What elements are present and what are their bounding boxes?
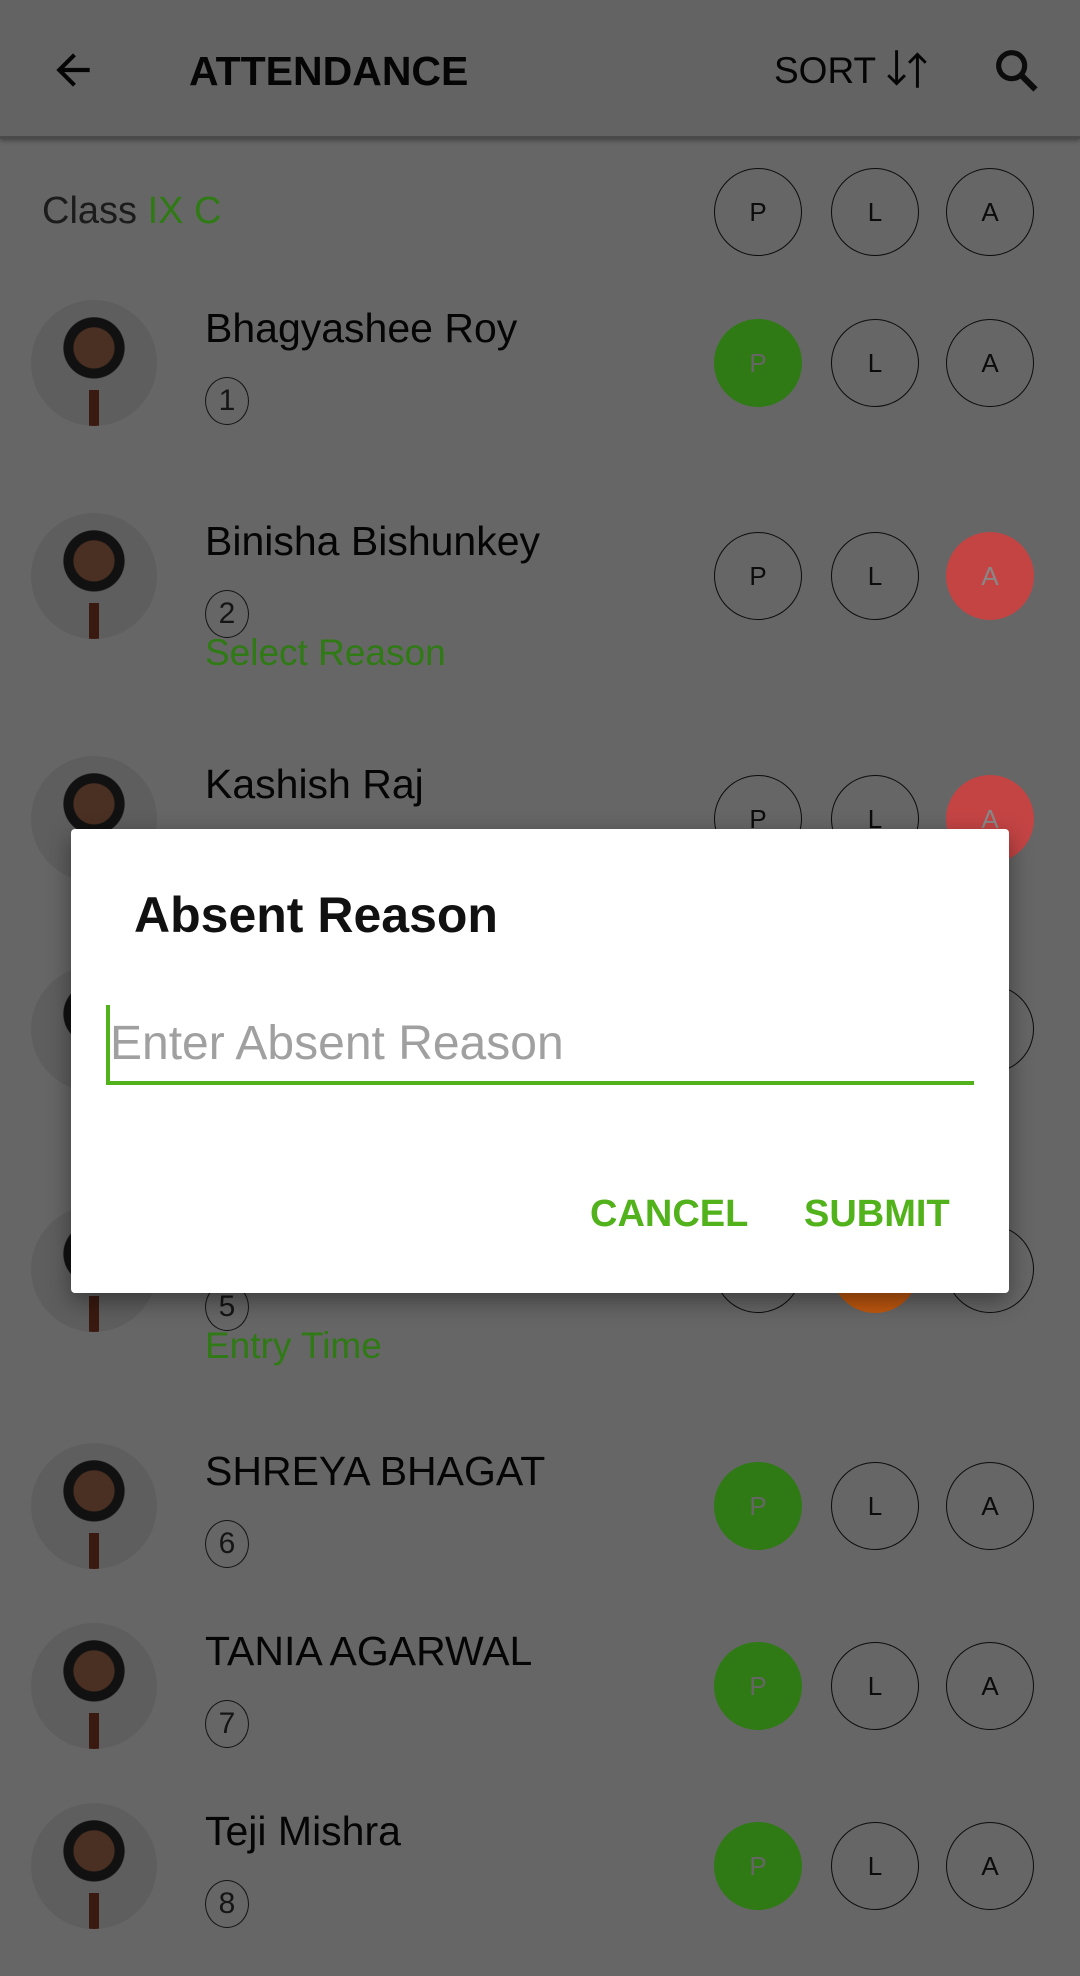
status-late-button[interactable]: L (831, 532, 919, 620)
class-value: IX C (147, 190, 222, 232)
roll-number: 8 (205, 1880, 249, 1928)
mark-all-absent[interactable]: A (946, 168, 1034, 256)
class-label: Class IX C (42, 190, 222, 233)
status-present-button[interactable]: P (714, 1642, 802, 1730)
mark-all-present[interactable]: P (714, 168, 802, 256)
status-late-button[interactable]: L (831, 1462, 919, 1550)
absent-reason-dialog: Absent Reason CANCEL SUBMIT (71, 829, 1009, 1293)
student-avatar (31, 513, 157, 639)
status-present-button[interactable]: P (714, 532, 802, 620)
sort-button[interactable]: SORT (774, 50, 876, 92)
roll-number: 6 (205, 1520, 249, 1568)
status-late-button[interactable]: L (831, 319, 919, 407)
status-absent-button[interactable]: A (946, 1462, 1034, 1550)
status-absent-button[interactable]: A (946, 1642, 1034, 1730)
status-present-button[interactable]: P (714, 1462, 802, 1550)
status-absent-button[interactable]: A (946, 319, 1034, 407)
student-name: SHREYA BHAGAT (205, 1448, 546, 1494)
dialog-title: Absent Reason (134, 887, 498, 943)
student-name: Kashish Raj (205, 761, 424, 807)
roll-number: 7 (205, 1700, 249, 1748)
student-name: Binisha Bishunkey (205, 518, 541, 564)
app-header: ATTENDANCE SORT (0, 0, 1080, 139)
status-late-button[interactable]: L (831, 1642, 919, 1730)
status-absent-button[interactable]: A (946, 1822, 1034, 1910)
class-label-text: Class (42, 190, 138, 232)
sort-icon[interactable] (882, 44, 932, 94)
select-reason-link[interactable]: Select Reason (205, 632, 446, 674)
status-present-button[interactable]: P (714, 1822, 802, 1910)
roll-number: 1 (205, 377, 249, 425)
page-title: ATTENDANCE (189, 48, 469, 94)
status-late-button[interactable]: L (831, 1822, 919, 1910)
roll-number: 2 (205, 590, 249, 638)
submit-button[interactable]: SUBMIT (804, 1193, 950, 1236)
student-avatar (31, 1803, 157, 1929)
cancel-button[interactable]: CANCEL (590, 1193, 748, 1236)
student-name: Bhagyashee Roy (205, 305, 518, 351)
absent-reason-input[interactable] (106, 1005, 974, 1085)
student-avatar (31, 1443, 157, 1569)
search-icon[interactable] (990, 44, 1042, 96)
status-present-button[interactable]: P (714, 319, 802, 407)
student-avatar (31, 1623, 157, 1749)
mark-all-late[interactable]: L (831, 168, 919, 256)
student-name: Teji Mishra (205, 1808, 401, 1854)
entry-time-link[interactable]: Entry Time (205, 1325, 382, 1367)
student-avatar (31, 300, 157, 426)
student-name: TANIA AGARWAL (205, 1628, 533, 1674)
back-arrow-icon[interactable] (48, 45, 98, 95)
status-absent-button[interactable]: A (946, 532, 1034, 620)
